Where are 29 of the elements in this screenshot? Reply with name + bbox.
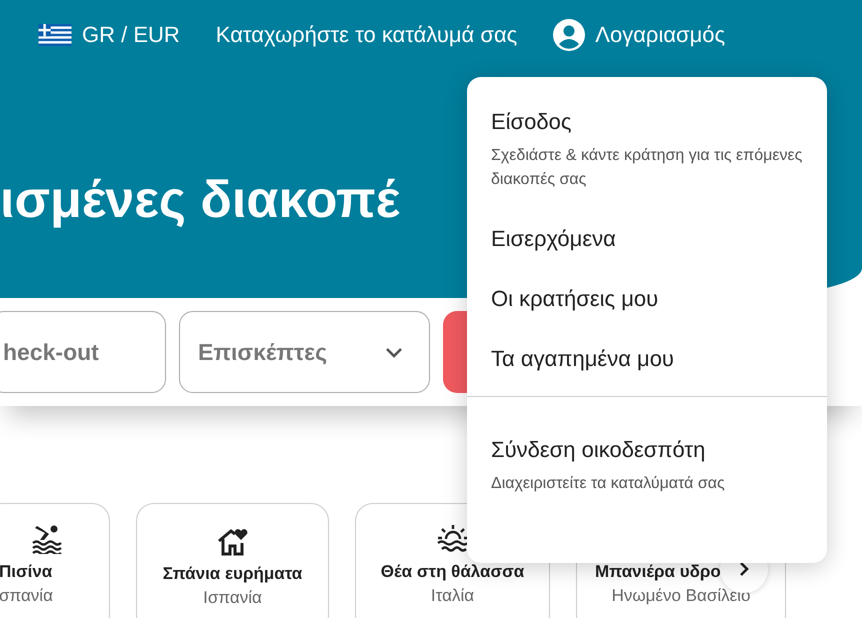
menu-item-description: Σχεδιάστε & κάντε κράτηση για τις επόμενες διακοπές σας <box>491 146 803 190</box>
list-property-link[interactable]: Καταχωρήστε το κατάλυμά σας <box>216 22 518 48</box>
menu-item[interactable]: Σύνδεση οικοδεσπότη <box>491 437 706 463</box>
category-title: Θέα στη θάλασσα <box>380 562 524 582</box>
account-link[interactable]: Λογαριασμός <box>553 19 726 51</box>
check-out-field[interactable]: heck-out <box>0 311 166 393</box>
user-icon <box>553 19 586 51</box>
category-card[interactable]: Σπάνια ευρήματα Ισπανία <box>136 503 329 618</box>
menu-item[interactable]: Τα αγαπημένα μου <box>491 346 674 372</box>
guests-dropdown[interactable]: Επισκέπτες <box>179 311 430 393</box>
category-location: σπανία <box>0 586 53 606</box>
swimmer-icon <box>31 524 63 554</box>
category-location: Ιταλία <box>430 586 474 606</box>
category-card[interactable]: Πισίνα σπανία <box>0 503 110 618</box>
menu-item-description: Διαχειριστείτε τα καταλύματά σας <box>491 474 726 494</box>
category-title: Σπάνια ευρήματα <box>162 564 302 584</box>
menu-item[interactable]: Οι κρατήσεις μου <box>491 286 658 312</box>
category-location: Ηνωμένο Βασίλειο <box>612 586 750 606</box>
currency-link[interactable]: GR / EUR <box>38 22 180 48</box>
hero-heading: ισμένες διακοπέ <box>0 170 400 230</box>
category-title: Πισίνα <box>0 562 52 582</box>
menu-item[interactable]: Είσοδος <box>491 109 572 135</box>
sunset-sea-icon <box>436 524 468 554</box>
chevron-down-icon <box>385 346 403 358</box>
menu-item[interactable]: Εισερχόμενα <box>491 226 616 252</box>
flag-icon <box>38 24 72 46</box>
chevron-right-icon <box>739 561 749 577</box>
category-title: Μπανιέρα υδρο <box>594 562 721 582</box>
category-location: Ισπανία <box>203 588 262 608</box>
